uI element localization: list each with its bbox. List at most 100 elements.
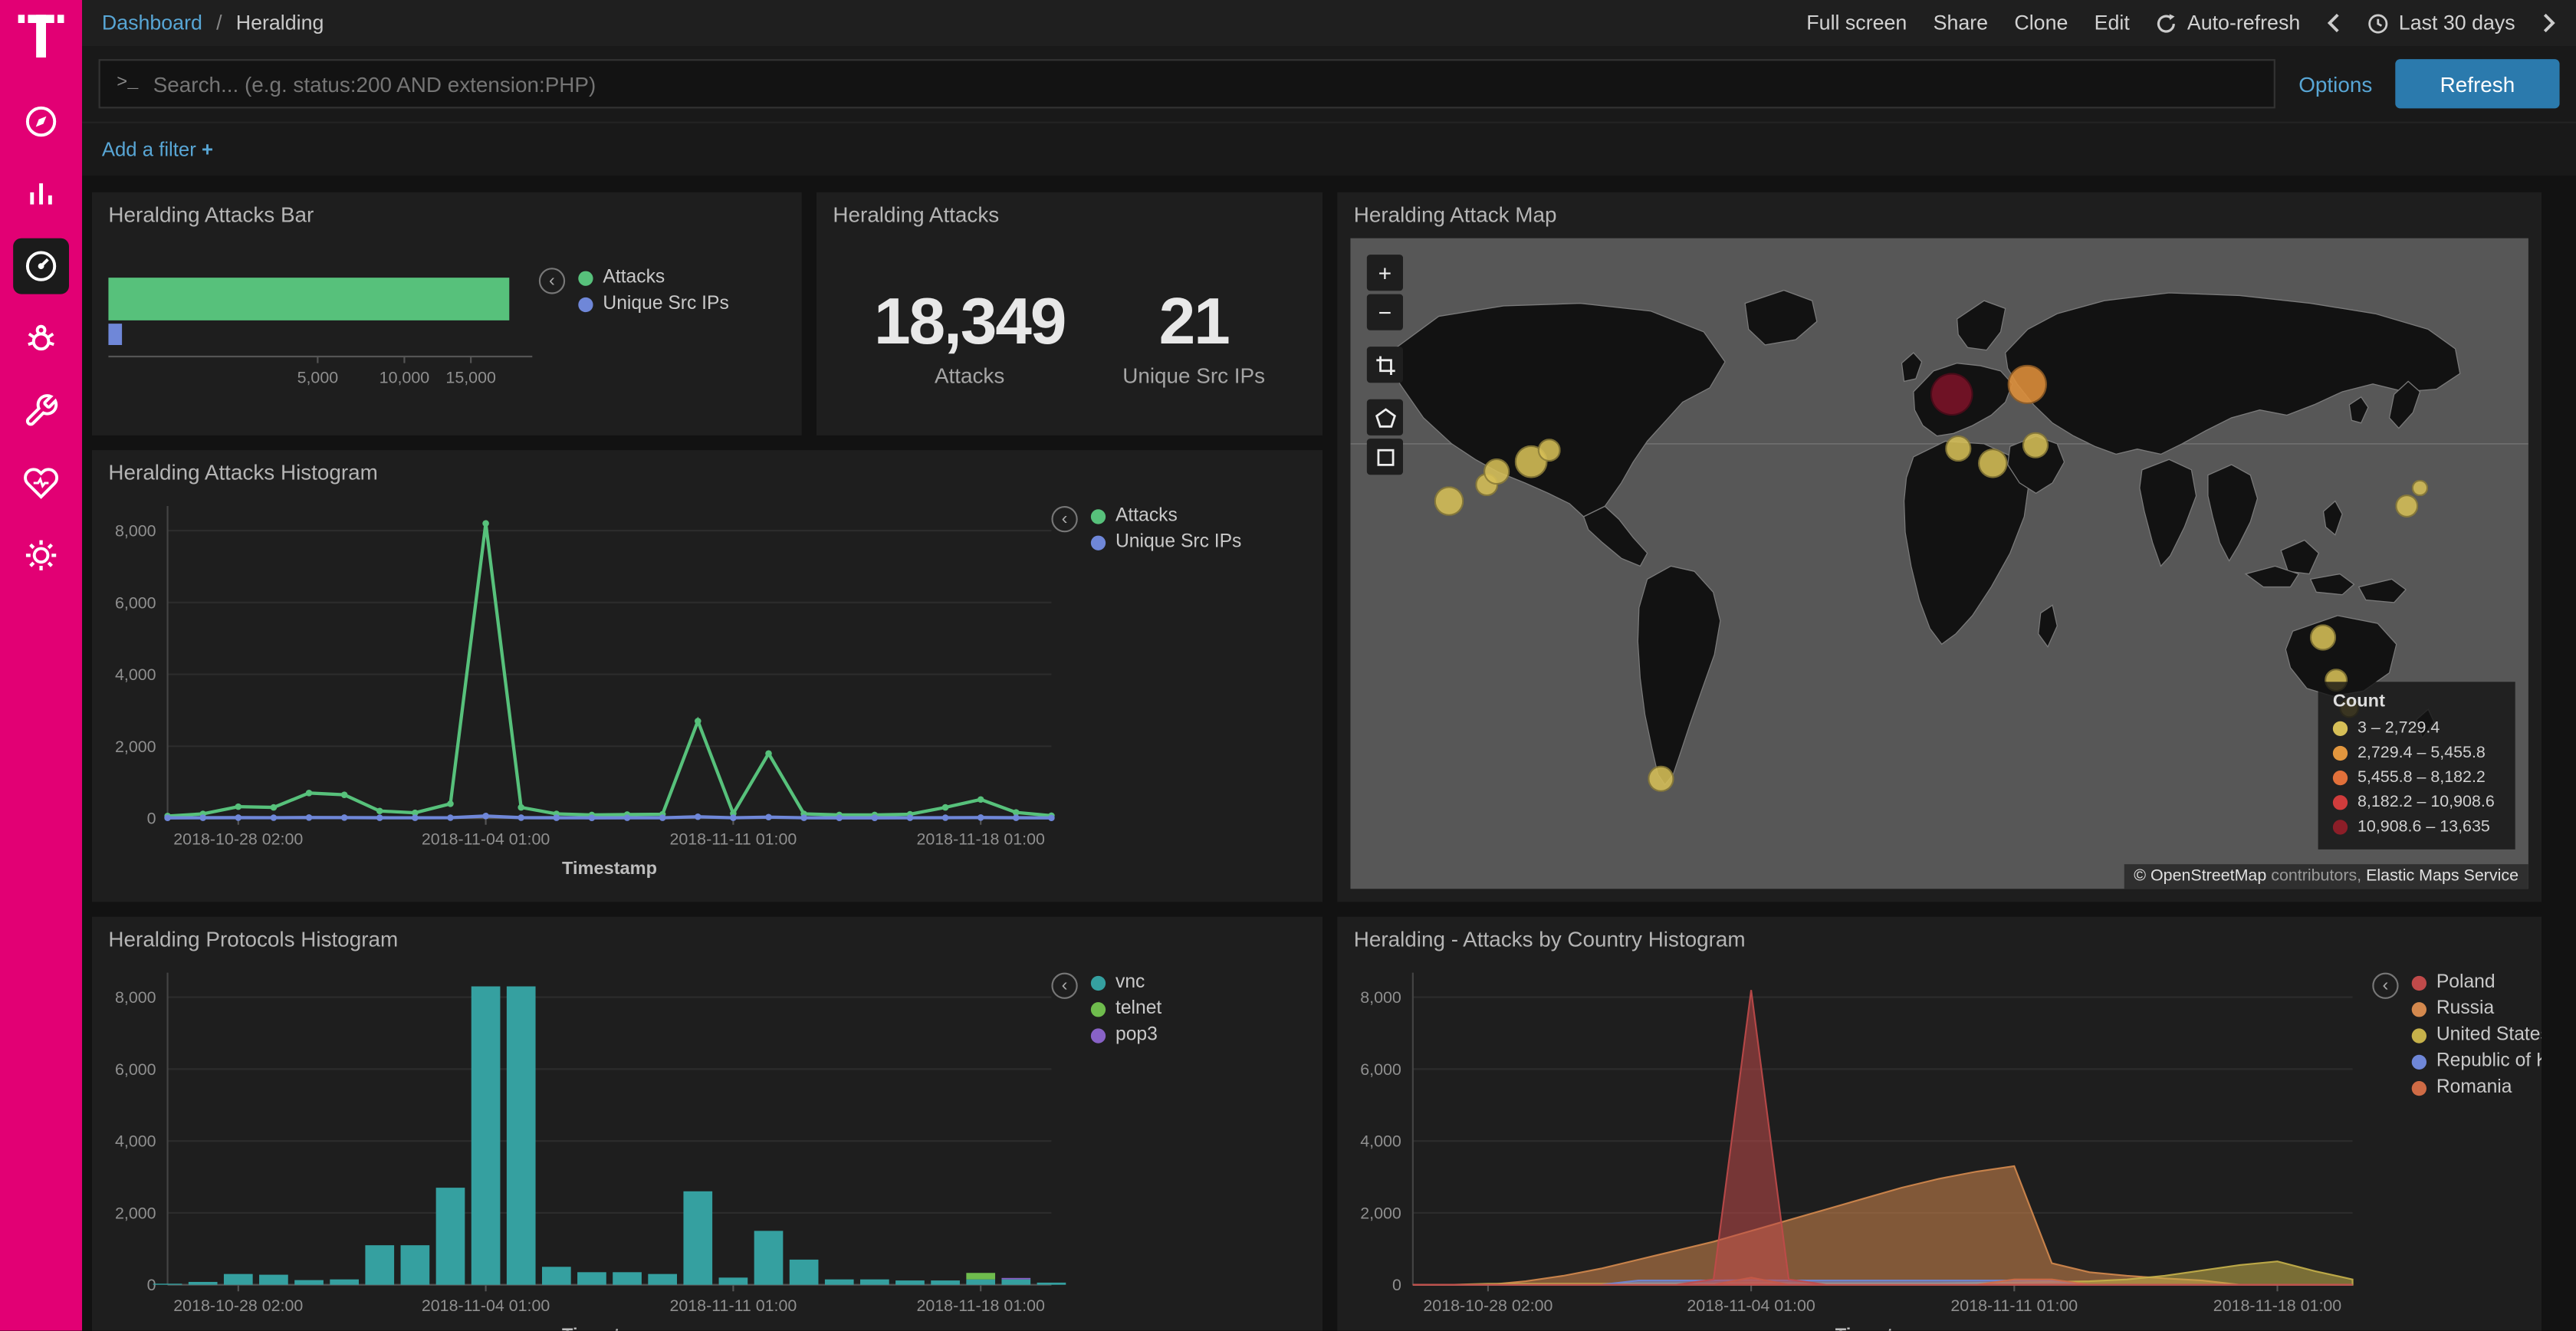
full-screen-button[interactable]: Full screen bbox=[1806, 12, 1907, 35]
sidebar-item-dashboards-active[interactable] bbox=[13, 238, 69, 294]
compass-icon bbox=[23, 104, 59, 140]
panel-attacks-bar: Heralding Attacks Bar 5,00010,00015,000 … bbox=[92, 192, 802, 435]
map-legend-color-dot bbox=[2333, 820, 2348, 834]
chevron-left-icon bbox=[2327, 12, 2341, 35]
legend-item[interactable]: Poland bbox=[2412, 973, 2542, 993]
svg-text:15,000: 15,000 bbox=[445, 368, 496, 386]
sidebar-item-discover[interactable] bbox=[13, 94, 69, 150]
legend-toggle-icon[interactable]: ‹ bbox=[1051, 973, 1077, 999]
share-button[interactable]: Share bbox=[1934, 12, 1988, 35]
attack-map-marker[interactable] bbox=[2007, 366, 2046, 405]
legend-item[interactable]: Attacks bbox=[578, 268, 729, 288]
metric-value: 18,349 bbox=[874, 286, 1065, 360]
legend-item[interactable]: Russia bbox=[2412, 999, 2542, 1019]
legend-item[interactable]: United States bbox=[2412, 1025, 2542, 1045]
attack-map-marker[interactable] bbox=[1484, 458, 1510, 484]
attack-map-marker[interactable] bbox=[1930, 373, 1973, 416]
panel-title[interactable]: Heralding - Attacks by Country Histogram bbox=[1337, 917, 2542, 961]
time-range-button[interactable]: Last 30 days bbox=[2367, 12, 2515, 35]
breadcrumb-dashboard-link[interactable]: Dashboard bbox=[102, 12, 202, 35]
time-forward-button[interactable] bbox=[2542, 12, 2556, 35]
map-control-group bbox=[1367, 399, 1403, 475]
attack-map-marker[interactable] bbox=[2412, 479, 2428, 495]
sidebar-item-health[interactable] bbox=[13, 455, 69, 511]
panel-attack-map: Heralding Attack Map +− Count 3 – 2,729.… bbox=[1337, 192, 2542, 902]
map-legend-rows: 3 – 2,729.42,729.4 – 5,455.85,455.8 – 8,… bbox=[2333, 716, 2501, 840]
zoom-out-button[interactable]: − bbox=[1367, 294, 1403, 330]
legend-color-dot bbox=[1091, 1027, 1106, 1042]
panel-title[interactable]: Heralding Protocols Histogram bbox=[92, 917, 1322, 961]
svg-text:4,000: 4,000 bbox=[1360, 1132, 1401, 1151]
draw-rectangle-button[interactable] bbox=[1367, 439, 1403, 475]
panel-title[interactable]: Heralding Attacks Bar bbox=[92, 192, 802, 237]
legend-toggle-icon[interactable]: ‹ bbox=[2372, 973, 2398, 999]
svg-text:2018-10-28 02:00: 2018-10-28 02:00 bbox=[1423, 1296, 1552, 1315]
legend-toggle-icon[interactable]: ‹ bbox=[539, 268, 565, 294]
sidebar-item-settings[interactable] bbox=[13, 527, 69, 583]
main-area: Dashboard / Heralding Full screen Share … bbox=[82, 0, 2576, 1331]
sidebar-item-attacks[interactable] bbox=[13, 311, 69, 366]
legend-item[interactable]: Unique Src IPs bbox=[1091, 532, 1242, 552]
panel-title[interactable]: Heralding Attacks Histogram bbox=[92, 450, 1322, 495]
legend-item[interactable]: telnet bbox=[1091, 999, 1162, 1019]
svg-text:Timestamp: Timestamp bbox=[562, 1325, 657, 1331]
legend-color-dot bbox=[1091, 975, 1106, 990]
svg-text:6,000: 6,000 bbox=[115, 593, 156, 612]
svg-text:4,000: 4,000 bbox=[115, 666, 156, 684]
metric-unique-src-ips: 21 Unique Src IPs bbox=[1122, 286, 1265, 388]
search-input[interactable] bbox=[153, 71, 2258, 96]
time-back-button[interactable] bbox=[2327, 12, 2341, 35]
legend-label: United States bbox=[2436, 1025, 2542, 1045]
attack-map-marker[interactable] bbox=[1434, 486, 1464, 516]
options-link[interactable]: Options bbox=[2298, 71, 2372, 96]
map-attribution: © OpenStreetMap contributors, Elastic Ma… bbox=[2124, 864, 2528, 889]
legend-item[interactable]: vnc bbox=[1091, 973, 1162, 993]
chart-legend: ‹ Attacks Unique Src IPs bbox=[539, 268, 729, 314]
map-legend-row: 2,729.4 – 5,455.8 bbox=[2333, 741, 2501, 765]
legend-item[interactable]: Attacks bbox=[1091, 506, 1242, 526]
dashboard-grid: Heralding Attacks Bar 5,00010,00015,000 … bbox=[82, 176, 2576, 1330]
openstreetmap-link[interactable]: © OpenStreetMap bbox=[2134, 867, 2266, 886]
add-filter-button[interactable]: Add a filter + bbox=[102, 138, 213, 161]
search-box: >_ bbox=[99, 59, 2276, 108]
draw-polygon-button[interactable] bbox=[1367, 399, 1403, 435]
gauge-icon bbox=[23, 248, 59, 284]
fit-bounds-button[interactable] bbox=[1367, 347, 1403, 383]
refresh-button[interactable]: Refresh bbox=[2395, 59, 2559, 108]
wrench-icon bbox=[23, 393, 59, 429]
legend-items: Attacks Unique Src IPs bbox=[1091, 506, 1242, 552]
telekom-logo[interactable] bbox=[18, 12, 64, 61]
attack-map-marker[interactable] bbox=[2022, 432, 2048, 458]
legend-item[interactable]: Romania bbox=[2412, 1078, 2542, 1098]
legend-color-dot bbox=[1091, 1001, 1106, 1016]
zoom-in-button[interactable]: + bbox=[1367, 255, 1403, 291]
auto-refresh-button[interactable]: Auto-refresh bbox=[2156, 12, 2300, 35]
svg-text:2018-11-04 01:00: 2018-11-04 01:00 bbox=[422, 830, 550, 848]
map-legend-row: 5,455.8 – 8,182.2 bbox=[2333, 766, 2501, 790]
attack-map-marker[interactable] bbox=[2310, 625, 2336, 651]
attack-map-marker[interactable] bbox=[2396, 494, 2419, 517]
edit-button[interactable]: Edit bbox=[2095, 12, 2130, 35]
elastic-maps-link[interactable]: Elastic Maps Service bbox=[2366, 867, 2518, 886]
legend-item[interactable]: Republic of Korea bbox=[2412, 1051, 2542, 1071]
attack-map-marker[interactable] bbox=[1647, 765, 1673, 791]
attack-map-marker[interactable] bbox=[1538, 438, 1561, 461]
metric-attacks: 18,349 Attacks bbox=[874, 286, 1065, 388]
legend-toggle-icon[interactable]: ‹ bbox=[1051, 506, 1077, 532]
world-map[interactable]: +− Count 3 – 2,729.42,729.4 – 5,455.85,4… bbox=[1350, 238, 2528, 889]
panel-title[interactable]: Heralding Attack Map bbox=[1337, 192, 2542, 237]
clone-button[interactable]: Clone bbox=[2014, 12, 2068, 35]
legend-color-dot bbox=[2412, 1001, 2426, 1016]
map-controls: +− bbox=[1367, 255, 1403, 475]
sidebar-item-tools[interactable] bbox=[13, 383, 69, 439]
map-control-group: +− bbox=[1367, 255, 1403, 330]
attack-map-marker[interactable] bbox=[1945, 435, 1971, 461]
sidebar-item-visualize[interactable] bbox=[13, 166, 69, 222]
attack-map-marker[interactable] bbox=[1979, 448, 2009, 478]
legend-item[interactable]: Unique Src IPs bbox=[578, 294, 729, 314]
svg-text:2018-11-18 01:00: 2018-11-18 01:00 bbox=[2213, 1296, 2342, 1315]
chart-legend: ‹ Attacks Unique Src IPs bbox=[1051, 506, 1241, 552]
legend-item[interactable]: pop3 bbox=[1091, 1025, 1162, 1045]
breadcrumb-separator: / bbox=[216, 12, 222, 35]
panel-title[interactable]: Heralding Attacks bbox=[816, 192, 1322, 237]
